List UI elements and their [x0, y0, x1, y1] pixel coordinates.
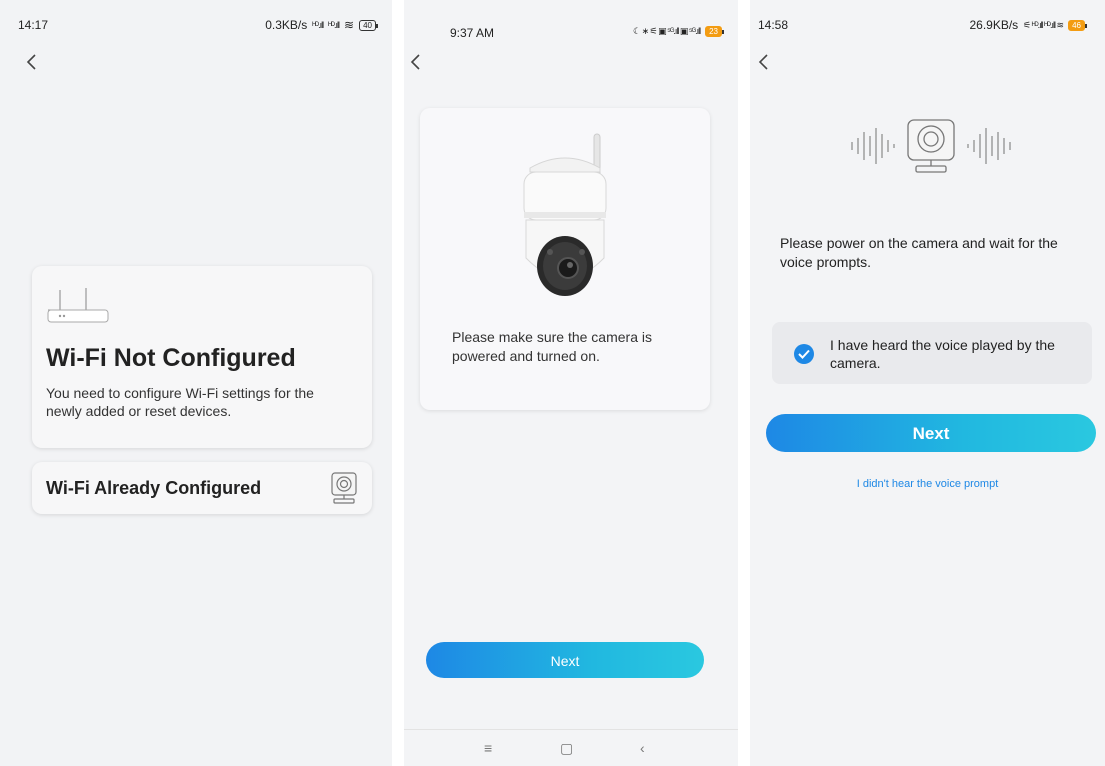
- ptz-camera-illustration: [523, 133, 607, 296]
- system-nav-bar: ≡ ▢ ‹: [404, 729, 738, 766]
- wifi-icon: ≋: [344, 18, 355, 32]
- router-icon: [47, 288, 109, 323]
- back-arrow-icon[interactable]: [22, 52, 42, 72]
- camera-sound-icon: [851, 119, 1011, 173]
- status-time: 14:17: [18, 18, 49, 32]
- status-time: 14:58: [758, 18, 789, 32]
- battery-icon: 46: [1068, 19, 1087, 31]
- camera-instruction-card: Please make sure the camera is powered a…: [420, 108, 710, 410]
- screen-wifi-choice: 14:17 0.3KB/s ᴴᴰ.ıll ᴴᴰ.ıll ≋ 40 Wi-Fi N…: [0, 0, 392, 766]
- heard-voice-checkbox-row[interactable]: I have heard the voice played by the cam…: [772, 322, 1092, 384]
- checkbox-label: I have heard the voice played by the cam…: [830, 337, 1055, 371]
- status-bar: 9:37 AM ☾ ∗ ⚟ ▣ ⁵ᴳ.ıll ▣ ⁵ᴳ.ıll 23: [404, 14, 738, 40]
- back-arrow-icon[interactable]: [754, 52, 774, 72]
- network-speed: 0.3KB/s: [265, 18, 308, 32]
- status-right: 26.9KB/s ⚟ ᴴᴰ.ıll ᴴᴰ.ıll ≋ 46: [969, 18, 1087, 32]
- status-bar: 14:17 0.3KB/s ᴴᴰ.ıll ᴴᴰ.ıll ≋ 40: [0, 14, 392, 34]
- next-button[interactable]: Next: [426, 642, 704, 678]
- battery-icon: 40: [359, 19, 378, 31]
- status-time: 9:37 AM: [450, 26, 495, 40]
- next-button[interactable]: Next: [766, 414, 1096, 452]
- back-icon[interactable]: ‹: [640, 740, 645, 756]
- status-icons: ⚟ ᴴᴰ.ıll ᴴᴰ.ıll ≋: [1023, 19, 1064, 30]
- network-speed: 26.9KB/s: [969, 18, 1019, 32]
- checkbox-checked-icon[interactable]: [794, 344, 814, 364]
- home-icon[interactable]: ▢: [560, 740, 573, 757]
- status-right: ☾ ∗ ⚟ ▣ ⁵ᴳ.ıll ▣ ⁵ᴳ.ıll 23: [633, 26, 724, 37]
- didnt-hear-link[interactable]: I didn't hear the voice prompt: [750, 478, 1105, 490]
- battery-icon: 23: [705, 26, 724, 37]
- status-right: 0.3KB/s ᴴᴰ.ıll ᴴᴰ.ıll ≋ 40: [265, 18, 378, 32]
- status-bar: 14:58 26.9KB/s ⚟ ᴴᴰ.ıll ᴴᴰ.ıll ≋ 46: [750, 14, 1105, 34]
- card-title: Wi-Fi Not Configured: [46, 344, 296, 372]
- signal-icon: ᴴᴰ.ıll: [312, 20, 324, 30]
- signal-icon: ᴴᴰ.ıll: [328, 20, 340, 30]
- instruction-text: Please make sure the camera is powered a…: [452, 329, 652, 364]
- back-arrow-icon[interactable]: [406, 52, 426, 72]
- menu-icon[interactable]: ≡: [484, 740, 492, 756]
- wifi-not-configured-card[interactable]: Wi-Fi Not Configured You need to configu…: [32, 266, 372, 448]
- camera-icon: [331, 472, 357, 504]
- wifi-already-configured-card[interactable]: Wi-Fi Already Configured: [32, 462, 372, 514]
- screen-power-on: 9:37 AM ☾ ∗ ⚟ ▣ ⁵ᴳ.ıll ▣ ⁵ᴳ.ıll 23 Pleas…: [404, 0, 738, 766]
- status-icons: ☾ ∗ ⚟ ▣ ⁵ᴳ.ıll ▣ ⁵ᴳ.ıll: [633, 26, 701, 36]
- card-label: Wi-Fi Already Configured: [46, 478, 262, 498]
- prompt-text: Please power on the camera and wait for …: [780, 235, 1058, 270]
- card-description: You need to configure Wi-Fi settings for…: [46, 385, 314, 419]
- screen-voice-prompt: 14:58 26.9KB/s ⚟ ᴴᴰ.ıll ᴴᴰ.ıll ≋ 46 Plea…: [750, 0, 1105, 766]
